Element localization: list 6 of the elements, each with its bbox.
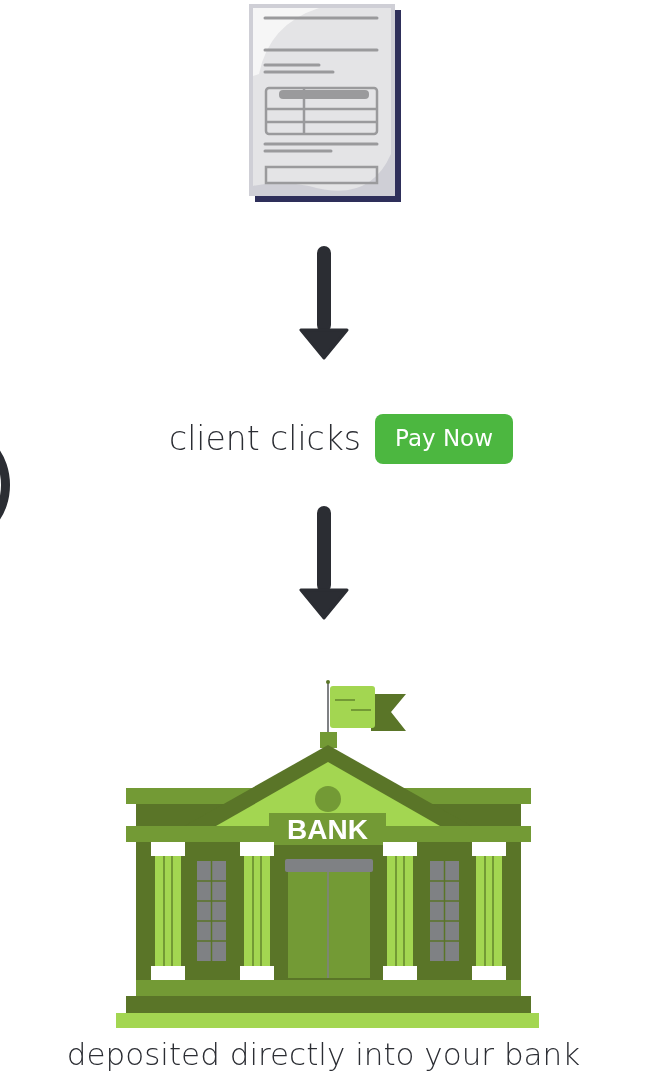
pay-now-button[interactable]: Pay Now [375,414,513,464]
down-arrow-icon [299,246,348,360]
caption-text: deposited directly into your bank [66,1035,581,1072]
step-text: client clicks [169,419,362,459]
bank-sign: BANK [286,813,368,845]
down-arrow-icon [299,505,348,620]
